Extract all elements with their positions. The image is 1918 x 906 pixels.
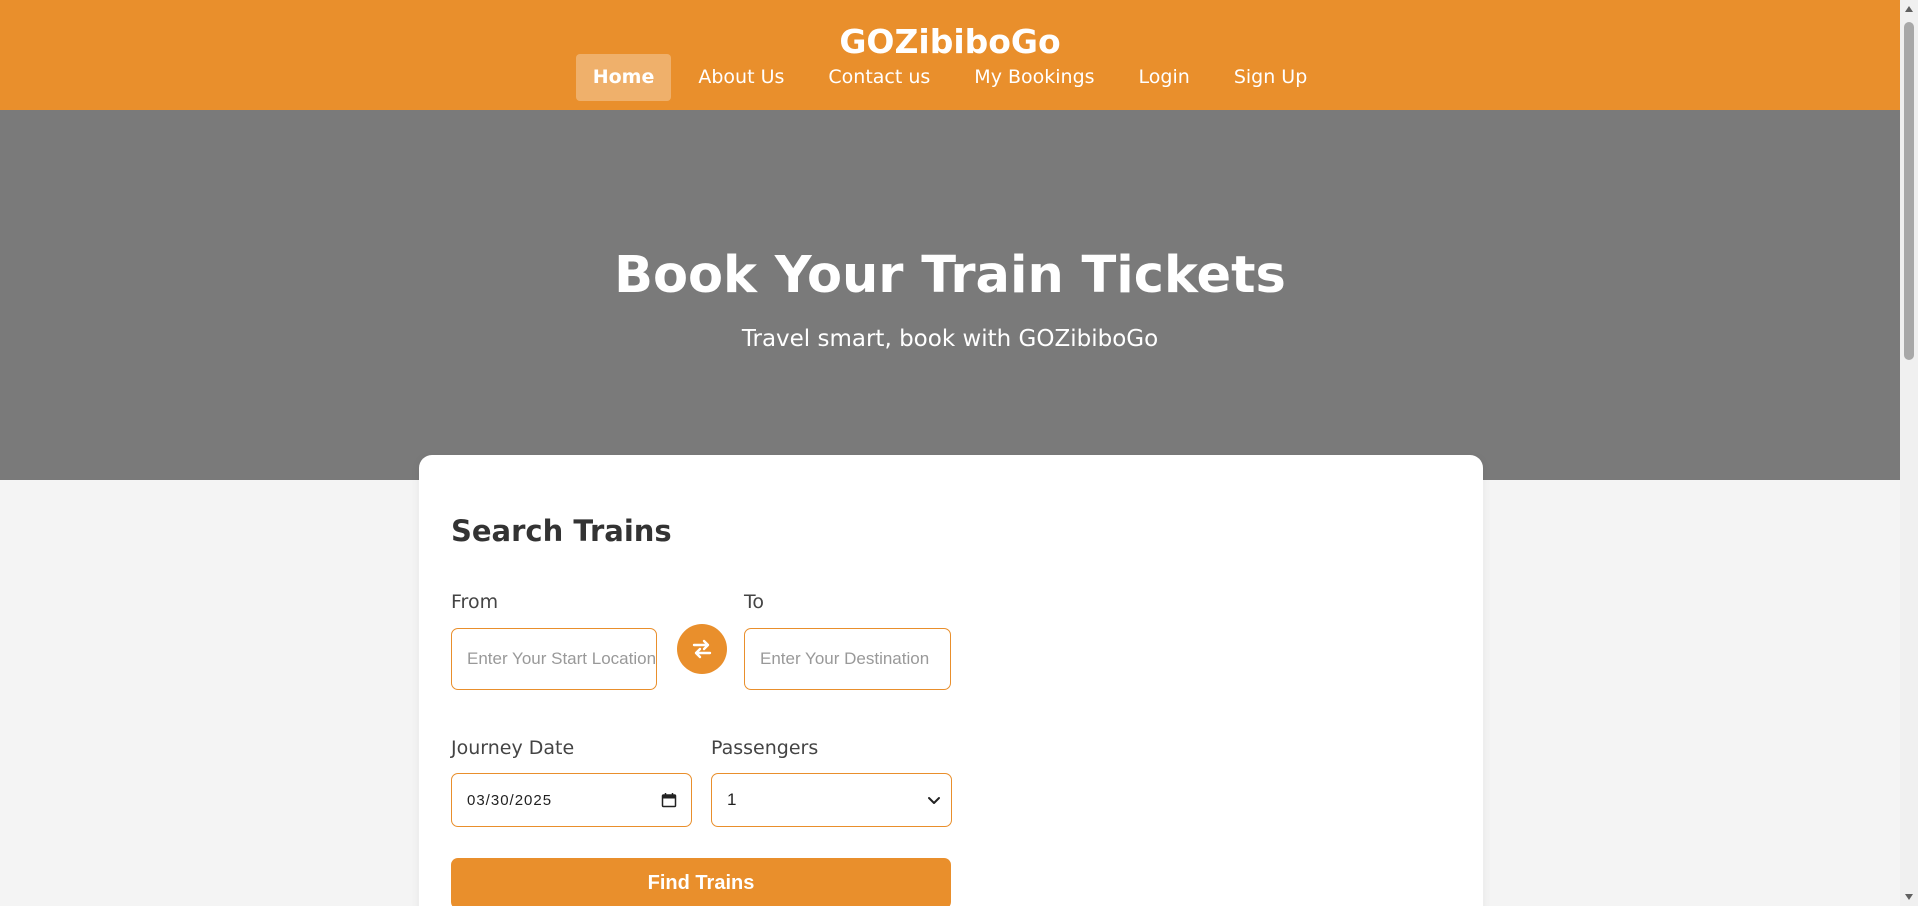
chevron-down-icon <box>928 797 940 804</box>
vertical-scrollbar[interactable] <box>1900 0 1918 906</box>
page: GOZibiboGo Home About Us Contact us My B… <box>0 0 1918 906</box>
search-title: Search Trains <box>451 514 672 548</box>
from-label: From <box>451 591 499 613</box>
hero-subtitle: Travel smart, book with GOZibiboGo <box>741 326 1159 352</box>
passengers-select[interactable]: 1 <box>711 773 952 827</box>
main-nav: Home About Us Contact us My Bookings Log… <box>0 54 1900 101</box>
scrollbar-thumb[interactable] <box>1904 22 1914 360</box>
nav-contact-us[interactable]: Contact us <box>811 54 947 101</box>
nav-about-us[interactable]: About Us <box>681 54 801 101</box>
search-card: Search Trains From Enter Your Start Loca… <box>419 455 1483 906</box>
journey-date-label: Journey Date <box>451 737 575 759</box>
find-trains-button[interactable]: Find Trains <box>451 858 951 906</box>
nav-my-bookings[interactable]: My Bookings <box>957 54 1111 101</box>
site-header: GOZibiboGo Home About Us Contact us My B… <box>0 0 1900 110</box>
journey-date-input[interactable]: 03/30/2025 <box>451 773 692 827</box>
scroll-down-arrow-icon[interactable] <box>1904 892 1914 902</box>
hero-title: Book Your Train Tickets <box>614 246 1286 305</box>
passengers-label: Passengers <box>711 737 819 759</box>
journey-date-value: 03/30/2025 <box>467 791 553 809</box>
scroll-up-arrow-icon[interactable] <box>1904 4 1914 14</box>
nav-home[interactable]: Home <box>575 54 672 101</box>
nav-sign-up[interactable]: Sign Up <box>1217 54 1324 101</box>
calendar-icon[interactable] <box>661 792 677 808</box>
swap-arrows-icon <box>692 639 712 659</box>
to-label: To <box>744 591 765 613</box>
to-input[interactable]: Enter Your Destination <box>744 628 951 690</box>
hero-banner: Book Your Train Tickets Travel smart, bo… <box>0 110 1900 480</box>
swap-locations-button[interactable] <box>677 624 727 674</box>
passengers-value: 1 <box>727 790 737 809</box>
nav-login[interactable]: Login <box>1122 54 1207 101</box>
from-input[interactable]: Enter Your Start Location <box>451 628 657 690</box>
